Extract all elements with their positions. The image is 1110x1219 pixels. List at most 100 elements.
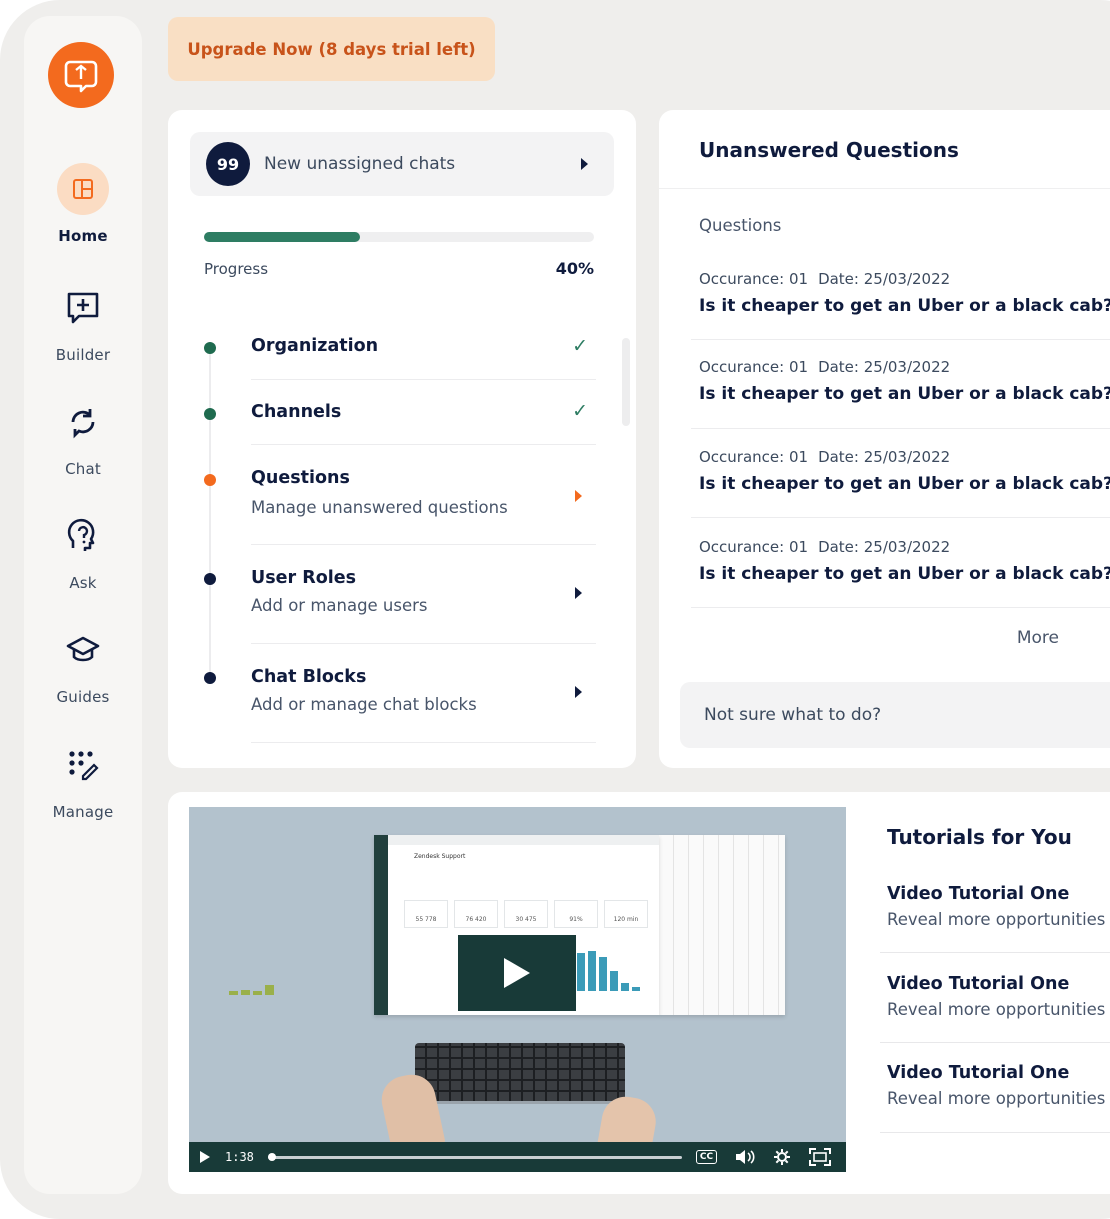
- tutorial-title: Video Tutorial One: [887, 1063, 1070, 1083]
- question-item[interactable]: Occurance: 01 Date: 25/03/2022 Is it chea…: [699, 448, 1110, 494]
- captions-icon[interactable]: CC: [695, 1150, 718, 1164]
- divider: [691, 607, 1110, 608]
- kpi-box: 76 420: [454, 900, 498, 928]
- question-item[interactable]: Occurance: 01 Date: 25/03/2022 Is it chea…: [699, 358, 1110, 404]
- tutorial-subtitle: Reveal more opportunities: [887, 910, 1106, 929]
- seek-bar[interactable]: [267, 1152, 682, 1161]
- nav-item-chat[interactable]: Chat: [24, 396, 142, 478]
- tutorial-subtitle: Reveal more opportunities: [887, 1000, 1106, 1019]
- step-user-roles[interactable]: User Roles Add or manage users: [204, 568, 596, 646]
- kpi-box: 120 min: [604, 900, 648, 928]
- question-date: Date: 25/03/2022: [818, 358, 951, 376]
- step-organization[interactable]: Organization ✓: [204, 335, 596, 380]
- upgrade-button[interactable]: Upgrade Now (8 days trial left): [168, 17, 495, 81]
- divider: [880, 1132, 1110, 1133]
- chevron-right-icon: [575, 587, 582, 599]
- question-head-icon: [57, 510, 109, 562]
- question-text: Is it cheaper to get an Uber or a black …: [699, 384, 1110, 404]
- nav-label-ask: Ask: [69, 574, 97, 592]
- question-date: Date: 25/03/2022: [818, 448, 951, 466]
- tutorial-title: Video Tutorial One: [887, 974, 1070, 994]
- keyboard-image: [415, 1043, 625, 1101]
- scrollbar[interactable]: [622, 338, 630, 426]
- divider: [691, 339, 1110, 340]
- screen-title: Zendesk Support: [414, 853, 466, 860]
- help-prompt[interactable]: Not sure what to do?: [680, 682, 1110, 748]
- fullscreen-icon[interactable]: [809, 1148, 832, 1166]
- step-subtitle: Add or manage users: [251, 596, 428, 615]
- divider: [251, 643, 596, 644]
- step-channels[interactable]: Channels ✓: [204, 400, 596, 446]
- step-title: Organization: [251, 336, 379, 356]
- step-title: Channels: [251, 402, 342, 422]
- step-subtitle: Add or manage chat blocks: [251, 695, 477, 714]
- kpi-box: 91%: [554, 900, 598, 928]
- nav-item-manage[interactable]: Manage: [24, 739, 142, 821]
- tutorial-subtitle: Reveal more opportunities: [887, 1089, 1106, 1108]
- tutorials-card: Zendesk Support 55 778 76 420 30 475 91%…: [168, 792, 1110, 1194]
- divider: [659, 188, 1110, 189]
- more-link[interactable]: More: [1017, 628, 1059, 648]
- question-text: Is it cheaper to get an Uber or a black …: [699, 296, 1110, 316]
- step-dot: [204, 342, 216, 354]
- chat-bubble-logo-icon[interactable]: [48, 42, 114, 108]
- progress-percent: 40%: [555, 259, 594, 278]
- divider: [251, 742, 596, 743]
- step-dot: [204, 408, 216, 420]
- section-subtitle: Questions: [699, 216, 782, 235]
- divider: [251, 379, 596, 380]
- unassigned-chats-row[interactable]: 99 New unassigned chats: [190, 132, 614, 196]
- tutorial-item[interactable]: Video Tutorial One Reveal more opportuni…: [887, 974, 1110, 1019]
- play-icon[interactable]: [458, 935, 576, 1011]
- chevron-right-icon: [575, 490, 582, 502]
- seek-knob[interactable]: [267, 1152, 276, 1161]
- step-title: Chat Blocks: [251, 667, 367, 687]
- tutorial-title: Video Tutorial One: [887, 884, 1070, 904]
- progress-label: Progress: [204, 260, 269, 278]
- question-date: Date: 25/03/2022: [818, 538, 951, 556]
- step-chat-blocks[interactable]: Chat Blocks Add or manage chat blocks: [204, 667, 596, 745]
- unassigned-chats-label: New unassigned chats: [264, 154, 456, 174]
- question-occurance: Occurance: 01: [699, 358, 809, 376]
- message-plus-icon: [57, 282, 109, 334]
- video-controls: 1:38 CC: [189, 1142, 846, 1172]
- step-dot: [204, 573, 216, 585]
- question-text: Is it cheaper to get an Uber or a black …: [699, 564, 1110, 584]
- progress-bar: [204, 232, 594, 242]
- video-player[interactable]: Zendesk Support 55 778 76 420 30 475 91%…: [189, 807, 846, 1172]
- divider: [691, 428, 1110, 429]
- divider: [691, 517, 1110, 518]
- question-item[interactable]: Occurance: 01 Date: 25/03/2022 Is it chea…: [699, 270, 1110, 316]
- section-title: Unanswered Questions: [699, 138, 959, 162]
- tutorials-title: Tutorials for You: [887, 825, 1072, 849]
- gear-icon[interactable]: [773, 1148, 791, 1166]
- unanswered-questions-card: Unanswered Questions Questions Occurance…: [659, 110, 1110, 768]
- nav-label-chat: Chat: [65, 460, 101, 478]
- volume-icon[interactable]: [735, 1149, 755, 1165]
- question-item[interactable]: Occurance: 01 Date: 25/03/2022 Is it chea…: [699, 538, 1110, 584]
- step-title: User Roles: [251, 568, 356, 588]
- question-occurance: Occurance: 01: [699, 270, 809, 288]
- step-dot: [204, 474, 216, 486]
- layout-icon: [57, 163, 109, 215]
- tutorial-item[interactable]: Video Tutorial One Reveal more opportuni…: [887, 1063, 1110, 1108]
- step-title: Questions: [251, 468, 350, 488]
- nav-item-home[interactable]: Home: [24, 163, 142, 245]
- step-subtitle: Manage unanswered questions: [251, 498, 508, 517]
- chevron-right-icon: [575, 686, 582, 698]
- nav-item-builder[interactable]: Builder: [24, 282, 142, 364]
- tutorial-item[interactable]: Video Tutorial One Reveal more opportuni…: [887, 884, 1110, 929]
- nav-label-home: Home: [58, 227, 108, 245]
- question-occurance: Occurance: 01: [699, 538, 809, 556]
- progress-fill: [204, 232, 360, 242]
- kpi-box: 30 475: [504, 900, 548, 928]
- kpi-box: 55 778: [404, 900, 448, 928]
- sidebar: Home Builder Chat Ask Guides Manage: [24, 16, 142, 1194]
- play-small-icon[interactable]: [199, 1150, 211, 1164]
- checkmark-icon: ✓: [572, 335, 588, 357]
- grid-edit-icon: [57, 739, 109, 791]
- step-questions[interactable]: Questions Manage unanswered questions: [204, 468, 596, 546]
- nav-item-ask[interactable]: Ask: [24, 510, 142, 592]
- divider: [251, 444, 596, 445]
- nav-item-guides[interactable]: Guides: [24, 624, 142, 706]
